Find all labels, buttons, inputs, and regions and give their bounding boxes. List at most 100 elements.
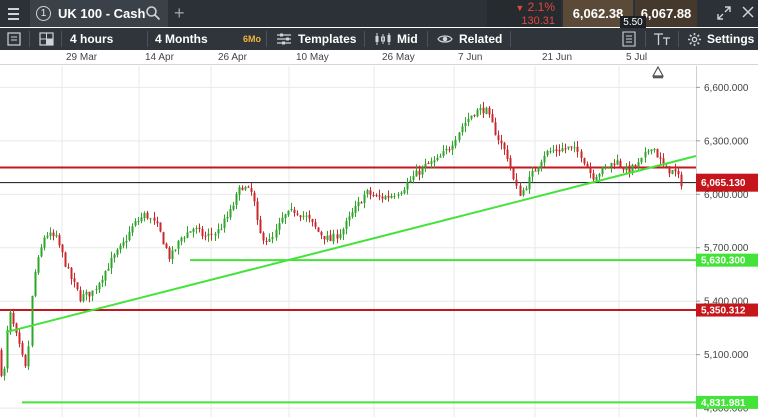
price-type-button[interactable]: Mid bbox=[374, 28, 418, 50]
candle-body bbox=[302, 215, 305, 217]
price-tag-label: 6,065.130 bbox=[701, 178, 746, 189]
price-tick-label: 5,700.000 bbox=[704, 243, 749, 254]
candle-body bbox=[27, 346, 30, 367]
candle-body bbox=[613, 163, 616, 165]
candle-body bbox=[473, 115, 476, 117]
grid-icon[interactable] bbox=[39, 28, 54, 50]
candle-body bbox=[241, 187, 244, 191]
candle-body bbox=[332, 233, 335, 242]
price-chart[interactable]: 6,600.0006,300.0006,000.0005,700.0005,40… bbox=[0, 65, 758, 417]
candle-body bbox=[390, 195, 393, 198]
candle-body bbox=[659, 157, 662, 159]
indicator-icon[interactable] bbox=[622, 28, 636, 50]
candle-body bbox=[308, 214, 311, 219]
candle-body bbox=[567, 146, 570, 149]
plus-icon[interactable]: + bbox=[174, 3, 185, 24]
date-tick: 14 Apr bbox=[145, 52, 174, 63]
related-button[interactable]: Related bbox=[437, 28, 502, 50]
lock-icon[interactable] bbox=[651, 65, 665, 82]
candle-body bbox=[293, 209, 296, 214]
candle-body bbox=[281, 217, 284, 223]
candle-body bbox=[168, 247, 171, 259]
price-tag-label: 5,350.312 bbox=[701, 306, 746, 317]
candle-body bbox=[485, 107, 488, 114]
candle-body bbox=[256, 201, 259, 220]
candle-body bbox=[85, 291, 88, 295]
candle-body bbox=[436, 157, 439, 161]
search-icon[interactable] bbox=[145, 5, 161, 24]
candle-body bbox=[15, 323, 18, 333]
candle-body bbox=[0, 350, 3, 376]
candle-body bbox=[366, 190, 369, 195]
candle-body bbox=[317, 227, 320, 232]
candle-body bbox=[580, 151, 583, 158]
candle-body bbox=[363, 194, 366, 203]
candle-body bbox=[454, 139, 457, 146]
candle-body bbox=[546, 151, 549, 156]
expand-icon[interactable] bbox=[717, 6, 731, 23]
candle-body bbox=[268, 238, 271, 242]
templates-button[interactable]: Templates bbox=[276, 28, 356, 50]
candle-body bbox=[140, 217, 143, 221]
candle-body bbox=[403, 189, 406, 194]
candle-body bbox=[534, 170, 537, 172]
candle-body bbox=[445, 148, 448, 151]
candle-body bbox=[494, 122, 497, 136]
candle-body bbox=[232, 205, 235, 210]
candle-body bbox=[372, 194, 375, 196]
text-size-icon[interactable] bbox=[653, 28, 671, 50]
menu-icon[interactable] bbox=[0, 0, 27, 27]
price-tick-label: 6,300.000 bbox=[704, 136, 749, 147]
settings-button[interactable]: Settings bbox=[687, 28, 754, 50]
candle-body bbox=[43, 237, 46, 248]
tab-number: 1 bbox=[36, 6, 51, 21]
candle-body bbox=[680, 174, 683, 187]
candle-body bbox=[235, 194, 238, 205]
candle-body bbox=[397, 194, 400, 196]
candle-body bbox=[644, 151, 647, 158]
candle-body bbox=[433, 160, 436, 163]
candle-body bbox=[549, 151, 552, 153]
layout-icon[interactable] bbox=[7, 28, 21, 50]
candle-body bbox=[537, 166, 540, 172]
tab-title: UK 100 - Cash bbox=[58, 6, 146, 21]
candle-body bbox=[271, 236, 274, 240]
candle-body bbox=[488, 107, 491, 115]
candle-body bbox=[210, 233, 213, 235]
candle-body bbox=[592, 173, 595, 180]
candle-body bbox=[149, 218, 152, 220]
candle-body bbox=[540, 161, 543, 168]
candle-body bbox=[119, 245, 122, 250]
candle-body bbox=[34, 271, 37, 296]
candle-body bbox=[418, 170, 421, 175]
candle-body bbox=[9, 312, 12, 331]
candle-body bbox=[467, 118, 470, 123]
candle-body bbox=[31, 295, 34, 346]
candle-body bbox=[430, 161, 433, 164]
candle-body bbox=[186, 232, 189, 238]
chart-grid bbox=[0, 66, 696, 417]
candle-body bbox=[207, 233, 210, 236]
candle-body bbox=[189, 231, 192, 233]
candle-body bbox=[616, 160, 619, 165]
change-percent: 2.1% bbox=[527, 0, 555, 14]
range-badge: 6Mo bbox=[243, 34, 261, 44]
candle-body bbox=[201, 229, 204, 237]
candle-body bbox=[387, 195, 390, 198]
candle-body bbox=[451, 145, 454, 150]
candle-body bbox=[299, 215, 302, 218]
interval-select[interactable]: 4 hours bbox=[70, 28, 113, 50]
candle-body bbox=[448, 149, 451, 151]
instrument-tab[interactable]: 1 UK 100 - Cash bbox=[30, 0, 168, 27]
range-select[interactable]: 4 Months bbox=[155, 28, 208, 50]
settings-label: Settings bbox=[707, 32, 755, 46]
candle-body bbox=[82, 294, 85, 302]
candle-body bbox=[52, 232, 55, 237]
price-change: ▼ 2.1% 130.31 bbox=[487, 0, 561, 27]
candle-body bbox=[18, 332, 21, 344]
candle-body bbox=[339, 234, 342, 238]
candle-body bbox=[503, 142, 506, 150]
candle-body bbox=[640, 157, 643, 163]
candle-body bbox=[278, 223, 281, 230]
close-icon[interactable] bbox=[741, 5, 755, 22]
